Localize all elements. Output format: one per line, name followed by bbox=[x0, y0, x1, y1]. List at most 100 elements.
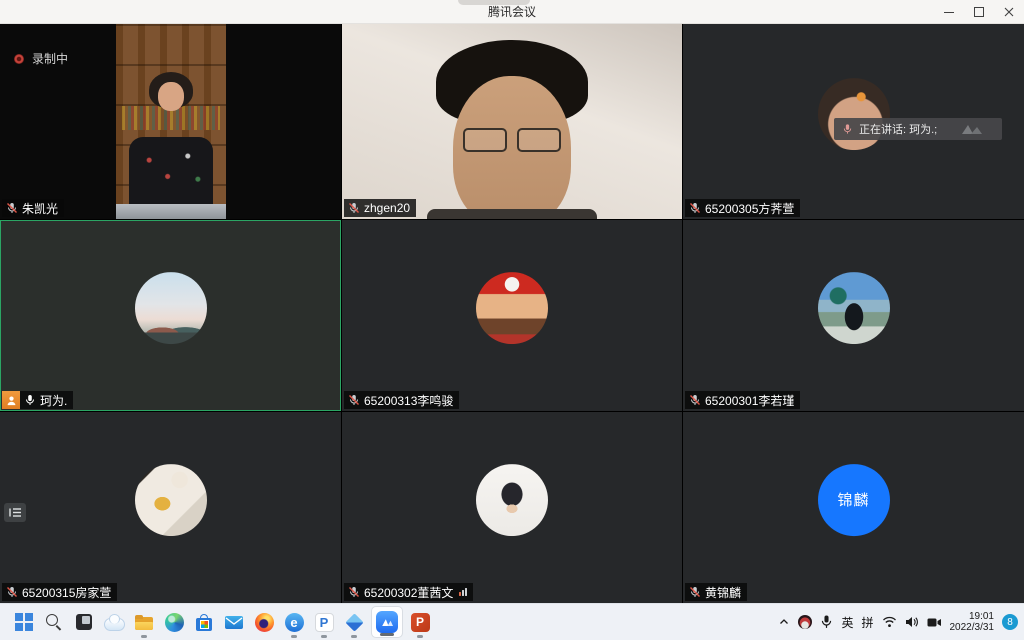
name-tag: 黄锦麟 bbox=[685, 583, 747, 601]
p-app-icon: P bbox=[315, 613, 334, 632]
tray-date: 2022/3/31 bbox=[950, 622, 995, 633]
minimize-button[interactable] bbox=[934, 0, 964, 24]
meeting-logo-watermark-icon bbox=[960, 122, 994, 136]
microsoft-store-button[interactable] bbox=[189, 604, 219, 640]
folder-icon bbox=[135, 617, 153, 630]
powerpoint-button[interactable]: P bbox=[405, 604, 435, 640]
speaking-indicator: 正在讲话: 珂为.; bbox=[834, 118, 1002, 140]
windows-taskbar: e P P 英 拼 19:01 bbox=[0, 603, 1024, 640]
participant-name: 65200301李若瑾 bbox=[705, 392, 794, 409]
window-titlebar: 腾讯会议 bbox=[0, 0, 1024, 24]
powerpoint-icon: P bbox=[411, 613, 430, 632]
participant-tile-9[interactable]: 锦麟 黄锦麟 bbox=[683, 412, 1024, 603]
search-icon bbox=[45, 613, 63, 631]
tencent-meeting-icon bbox=[376, 611, 398, 633]
speaking-mic-icon bbox=[842, 123, 853, 135]
participant-list-toggle-button[interactable] bbox=[4, 503, 26, 522]
avatar bbox=[476, 272, 548, 344]
participant-tile-4[interactable]: 珂为. bbox=[0, 220, 341, 411]
edge-button[interactable] bbox=[159, 604, 189, 640]
meeting-toolbar-tab[interactable] bbox=[458, 0, 530, 5]
mic-muted-icon bbox=[689, 394, 701, 406]
e-browser-icon: e bbox=[285, 613, 304, 632]
participant-name: 珂为. bbox=[40, 392, 67, 409]
p-app-button[interactable]: P bbox=[309, 604, 339, 640]
avatar: 锦麟 bbox=[818, 464, 890, 536]
video-feed bbox=[116, 24, 226, 219]
system-tray: 英 拼 19:01 2022/3/31 8 bbox=[778, 604, 1024, 640]
ime-english-indicator[interactable]: 英 bbox=[841, 614, 853, 631]
weather-cloud-icon bbox=[104, 618, 125, 631]
mic-muted-icon bbox=[348, 202, 360, 214]
store-icon bbox=[196, 618, 212, 631]
recording-dot-icon bbox=[14, 54, 24, 64]
meeting-area: 朱凯光 zhgen20 bbox=[0, 24, 1024, 603]
e-browser-button[interactable]: e bbox=[279, 604, 309, 640]
name-tag: 65200302董茜文 bbox=[344, 583, 473, 601]
participant-tile-5[interactable]: 65200313李鸣骏 bbox=[342, 220, 682, 411]
participant-name: 65200315房家萱 bbox=[22, 584, 111, 601]
start-button[interactable] bbox=[9, 604, 39, 640]
tray-microphone-icon[interactable] bbox=[820, 615, 833, 629]
photos-icon bbox=[76, 614, 92, 630]
edge-icon bbox=[165, 613, 184, 632]
qq-tray-icon[interactable] bbox=[798, 615, 812, 629]
name-tag: 65200313李鸣骏 bbox=[344, 391, 459, 409]
mic-muted-icon bbox=[348, 586, 360, 598]
search-button[interactable] bbox=[39, 604, 69, 640]
mic-muted-icon bbox=[6, 586, 18, 598]
participant-tile-7[interactable]: 65200315房家萱 bbox=[0, 412, 341, 603]
desktop-screen: 腾讯会议 朱凯光 bbox=[0, 0, 1024, 640]
name-tag: 65200301李若瑾 bbox=[685, 391, 800, 409]
volume-icon[interactable] bbox=[905, 616, 919, 628]
mic-muted-icon bbox=[348, 394, 360, 406]
mic-muted-icon bbox=[689, 202, 701, 214]
list-icon bbox=[9, 507, 22, 518]
participant-name: 65200302董茜文 bbox=[364, 584, 453, 601]
minimize-icon bbox=[944, 12, 954, 13]
close-button[interactable] bbox=[994, 0, 1024, 24]
mic-on-icon bbox=[24, 394, 36, 406]
notification-badge[interactable]: 8 bbox=[1002, 614, 1018, 630]
avatar bbox=[135, 464, 207, 536]
name-tag: 朱凯光 bbox=[2, 199, 64, 217]
mail-icon bbox=[225, 616, 243, 629]
participant-name: zhgen20 bbox=[364, 201, 410, 215]
name-tag: 65200305方荠萱 bbox=[685, 199, 800, 217]
participant-name: 黄锦麟 bbox=[705, 584, 741, 601]
diamond-app-button[interactable] bbox=[339, 604, 369, 640]
recording-label: 录制中 bbox=[32, 50, 68, 67]
camera-tray-icon[interactable] bbox=[927, 617, 942, 628]
firefox-button[interactable] bbox=[249, 604, 279, 640]
tray-chevron-up-icon[interactable] bbox=[778, 616, 790, 628]
avatar-initials: 锦麟 bbox=[837, 489, 869, 510]
recording-indicator: 录制中 bbox=[14, 50, 68, 67]
wifi-icon[interactable] bbox=[882, 616, 897, 628]
participant-tile-8[interactable]: 65200302董茜文 bbox=[342, 412, 682, 603]
avatar bbox=[135, 272, 207, 344]
participant-tile-2[interactable]: zhgen20 bbox=[342, 24, 682, 219]
tray-time: 19:01 bbox=[950, 611, 995, 622]
speaking-text: 正在讲话: 珂为.; bbox=[859, 121, 937, 137]
participant-tile-6[interactable]: 65200301李若瑾 bbox=[683, 220, 1024, 411]
tray-clock[interactable]: 19:01 2022/3/31 bbox=[950, 611, 995, 633]
name-tag: 珂为. bbox=[2, 391, 73, 409]
name-tag: zhgen20 bbox=[344, 199, 416, 217]
widgets-button[interactable] bbox=[99, 604, 129, 640]
file-explorer-button[interactable] bbox=[129, 604, 159, 640]
avatar bbox=[476, 464, 548, 536]
ime-pinyin-indicator[interactable]: 拼 bbox=[861, 614, 873, 631]
photos-app-button[interactable] bbox=[69, 604, 99, 640]
mail-button[interactable] bbox=[219, 604, 249, 640]
host-badge-icon bbox=[2, 391, 20, 409]
firefox-icon bbox=[255, 613, 274, 632]
name-tag: 65200315房家萱 bbox=[2, 583, 117, 601]
network-signal-icon bbox=[459, 588, 467, 596]
maximize-button[interactable] bbox=[964, 0, 994, 24]
avatar bbox=[818, 272, 890, 344]
video-feed bbox=[342, 24, 682, 219]
maximize-icon bbox=[974, 7, 984, 17]
tencent-meeting-button[interactable] bbox=[369, 604, 405, 640]
participant-name: 65200305方荠萱 bbox=[705, 200, 794, 217]
participant-name: 朱凯光 bbox=[22, 200, 58, 217]
